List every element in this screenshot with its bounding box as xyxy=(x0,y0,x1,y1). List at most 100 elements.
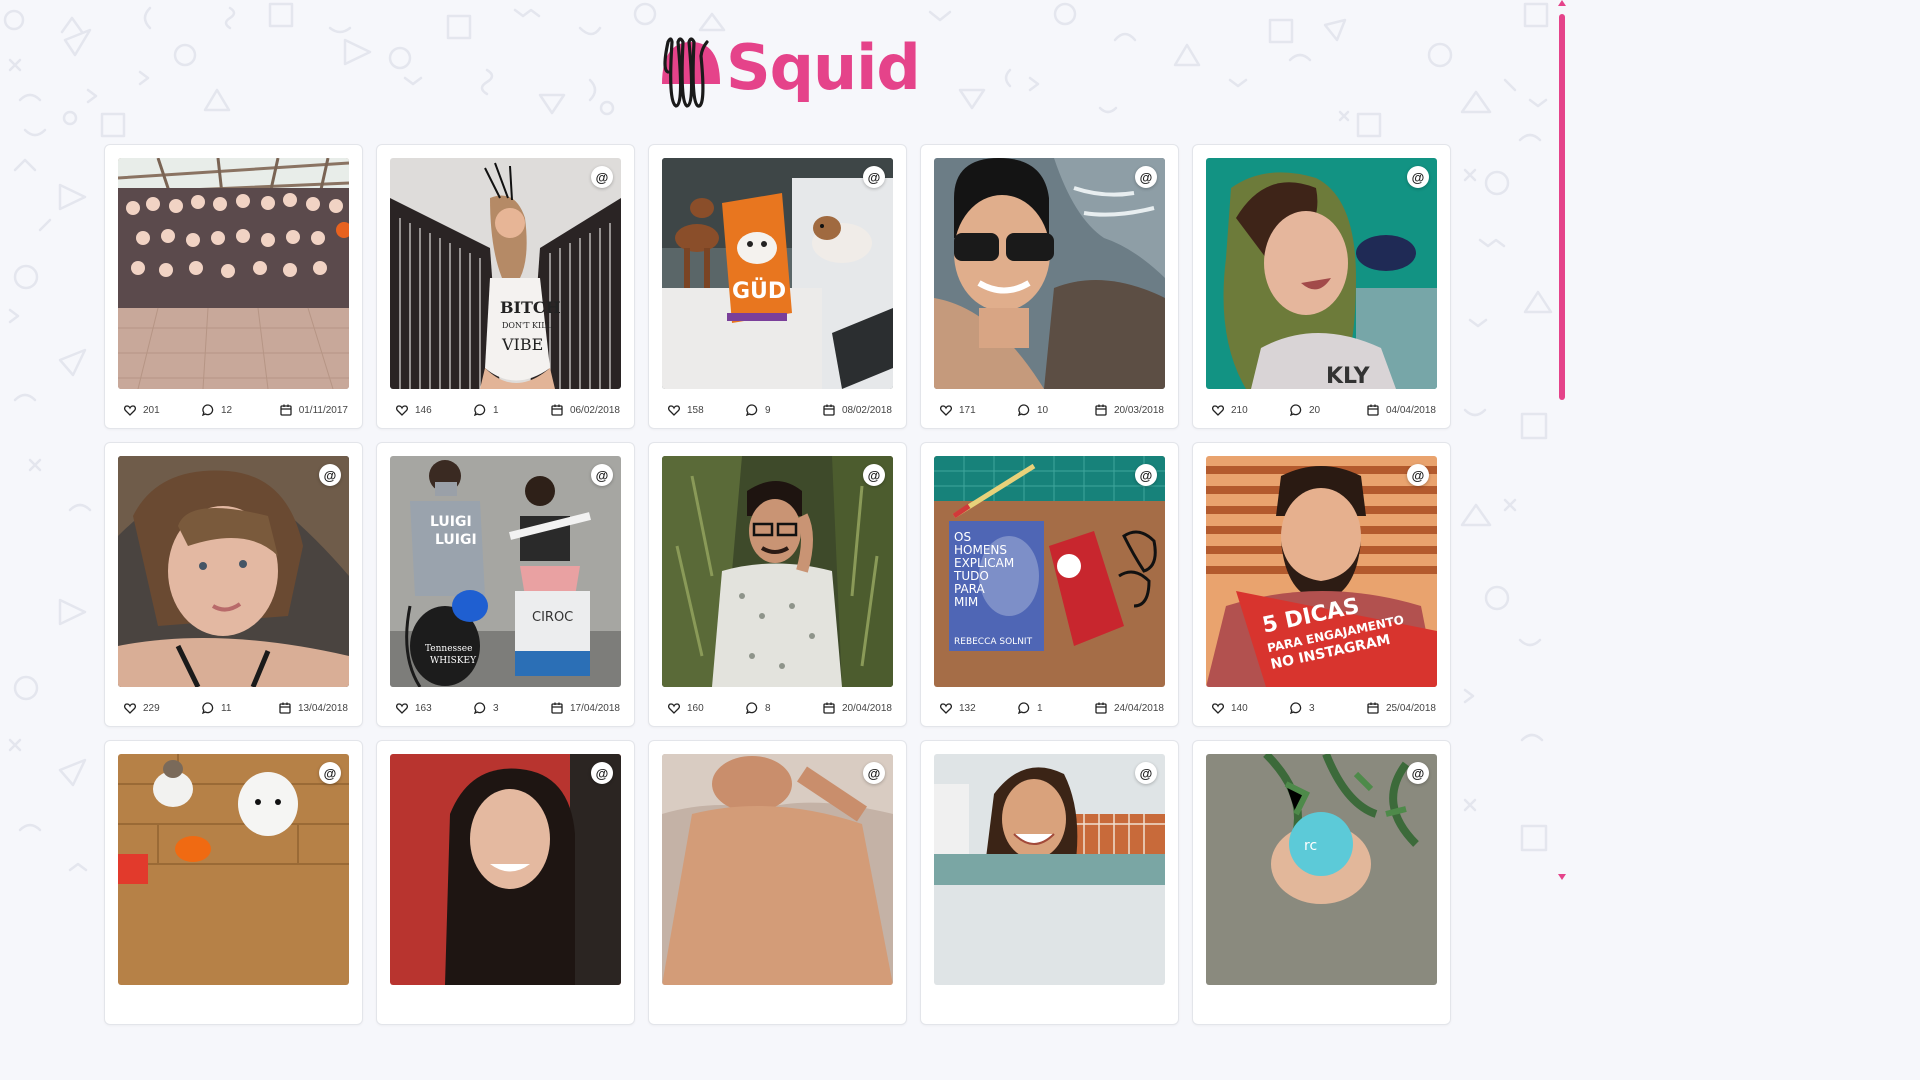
svg-text:CIROC: CIROC xyxy=(532,610,573,625)
media-card[interactable]: GÜD @ 158 9 08/02/2018 xyxy=(648,144,907,429)
likes-count: 201 xyxy=(143,404,160,416)
media-card[interactable]: 201 12 01/11/2017 xyxy=(104,144,363,429)
media-card[interactable]: rc @ xyxy=(1192,740,1451,1025)
media-card[interactable]: @ xyxy=(376,740,635,1025)
media-card[interactable]: @ 160 8 20/04/2018 xyxy=(648,442,907,727)
likes-stat[interactable]: 201 xyxy=(124,405,202,416)
calendar-icon xyxy=(1095,702,1107,714)
svg-text:Tennessee: Tennessee xyxy=(425,644,472,654)
post-photo[interactable]: @ xyxy=(662,754,893,985)
comment-icon xyxy=(746,404,758,416)
svg-text:BITCH: BITCH xyxy=(500,298,561,317)
comments-stat[interactable]: 20 xyxy=(1290,404,1363,416)
post-photo[interactable]: 5 DICAS PARA ENGAJAMENTO NO INSTAGRAM @ xyxy=(1206,456,1437,687)
likes-stat[interactable]: 146 xyxy=(396,405,474,416)
comments-stat[interactable]: 11 xyxy=(202,702,275,714)
media-card[interactable]: LUIGI LUIGI Tennessee WHISKEY CIROC @ 16 xyxy=(376,442,635,727)
comments-stat[interactable]: 1 xyxy=(474,404,547,416)
comments-stat[interactable]: 9 xyxy=(746,404,819,416)
likes-stat[interactable]: 171 xyxy=(940,405,1018,416)
likes-count: 132 xyxy=(959,702,976,714)
likes-count: 158 xyxy=(687,404,704,416)
likes-count: 160 xyxy=(687,702,704,714)
comment-icon xyxy=(1290,404,1302,416)
scroll-up-arrow-icon[interactable] xyxy=(1558,0,1566,6)
post-stats: 160 8 20/04/2018 xyxy=(668,699,892,717)
svg-text:LUIGI: LUIGI xyxy=(435,532,477,548)
comments-stat[interactable]: 8 xyxy=(746,702,819,714)
post-photo[interactable]: @ xyxy=(118,754,349,985)
comments-stat[interactable]: 10 xyxy=(1018,404,1091,416)
media-card[interactable]: KLY @ 210 20 04/04/2018 xyxy=(1192,144,1451,429)
post-photo[interactable]: GÜD @ xyxy=(662,158,893,389)
post-photo[interactable]: LUIGI LUIGI Tennessee WHISKEY CIROC @ xyxy=(390,456,621,687)
post-stats: 132 1 24/04/2018 xyxy=(940,699,1164,717)
svg-text:KLY: KLY xyxy=(1326,364,1371,389)
brand-logo[interactable]: Squid xyxy=(660,31,921,110)
heart-icon xyxy=(1212,404,1224,416)
media-card[interactable]: @ 229 11 13/04/2018 xyxy=(104,442,363,727)
media-card[interactable]: 5 DICAS PARA ENGAJAMENTO NO INSTAGRAM @ … xyxy=(1192,442,1451,727)
svg-text:PARA: PARA xyxy=(954,582,986,596)
post-photo[interactable]: rc @ xyxy=(1206,754,1437,985)
post-photo[interactable]: @ xyxy=(390,754,621,985)
mention-badge-icon: @ xyxy=(863,464,885,486)
svg-text:HOMENS: HOMENS xyxy=(954,543,1007,557)
mention-badge-icon: @ xyxy=(1135,464,1157,486)
scrollbar[interactable] xyxy=(1556,0,1568,882)
post-photo[interactable]: @ xyxy=(934,158,1165,389)
overlay-text: 5 DICAS PARA ENGAJAMENTO NO INSTAGRAM xyxy=(1260,594,1405,673)
post-date: 25/04/2018 xyxy=(1385,702,1436,714)
svg-text:LUIGI: LUIGI xyxy=(430,514,472,530)
mention-badge-icon: @ xyxy=(319,762,341,784)
likes-stat[interactable]: 158 xyxy=(668,405,746,416)
media-card[interactable]: @ 171 10 20/03/2018 xyxy=(920,144,1179,429)
media-card[interactable]: @ xyxy=(920,740,1179,1025)
post-photo[interactable]: OS HOMENS EXPLICAM TUDO PARA MIM REBECCA… xyxy=(934,456,1165,687)
post-photo[interactable] xyxy=(118,158,349,389)
post-photo[interactable]: BITCH DON'T KILL VIBE @ xyxy=(390,158,621,389)
likes-count: 210 xyxy=(1231,404,1248,416)
brand-name: Squid xyxy=(726,31,921,104)
likes-stat[interactable]: 210 xyxy=(1212,405,1290,416)
likes-stat[interactable]: 229 xyxy=(124,703,202,714)
comments-count: 8 xyxy=(765,702,771,714)
mention-badge-icon: @ xyxy=(319,464,341,486)
post-photo[interactable]: @ xyxy=(118,456,349,687)
heart-icon xyxy=(124,404,136,416)
media-card[interactable]: @ xyxy=(648,740,907,1025)
scroll-down-arrow-icon[interactable] xyxy=(1558,874,1566,880)
svg-text:VIBE: VIBE xyxy=(501,335,543,354)
date-stat: 20/04/2018 xyxy=(823,702,892,714)
comments-count: 20 xyxy=(1309,404,1321,416)
post-photo[interactable]: @ xyxy=(934,754,1165,985)
post-photo[interactable]: KLY @ xyxy=(1206,158,1437,389)
heart-icon xyxy=(396,702,408,714)
mention-badge-icon: @ xyxy=(591,166,613,188)
likes-stat[interactable]: 163 xyxy=(396,703,474,714)
comments-stat[interactable]: 12 xyxy=(202,404,275,416)
likes-stat[interactable]: 140 xyxy=(1212,703,1290,714)
media-card[interactable]: OS HOMENS EXPLICAM TUDO PARA MIM REBECCA… xyxy=(920,442,1179,727)
post-photo[interactable]: @ xyxy=(662,456,893,687)
calendar-icon xyxy=(280,404,292,416)
post-date: 13/04/2018 xyxy=(297,702,348,714)
media-card[interactable]: BITCH DON'T KILL VIBE @ 146 1 06/02/2018 xyxy=(376,144,635,429)
comments-stat[interactable]: 1 xyxy=(1018,702,1091,714)
date-stat: 04/04/2018 xyxy=(1367,404,1436,416)
calendar-icon xyxy=(1095,404,1107,416)
svg-text:MIM: MIM xyxy=(954,595,978,609)
post-date: 24/04/2018 xyxy=(1113,702,1164,714)
comments-stat[interactable]: 3 xyxy=(1290,702,1363,714)
post-date: 08/02/2018 xyxy=(841,404,892,416)
likes-stat[interactable]: 160 xyxy=(668,703,746,714)
scrollbar-thumb[interactable] xyxy=(1559,14,1565,400)
comments-stat[interactable]: 3 xyxy=(474,702,547,714)
comment-icon xyxy=(474,702,486,714)
mention-badge-icon: @ xyxy=(1407,762,1429,784)
likes-stat[interactable]: 132 xyxy=(940,703,1018,714)
comment-icon xyxy=(1018,702,1030,714)
likes-count: 229 xyxy=(143,702,160,714)
media-card[interactable]: @ xyxy=(104,740,363,1025)
comments-count: 3 xyxy=(1309,702,1315,714)
